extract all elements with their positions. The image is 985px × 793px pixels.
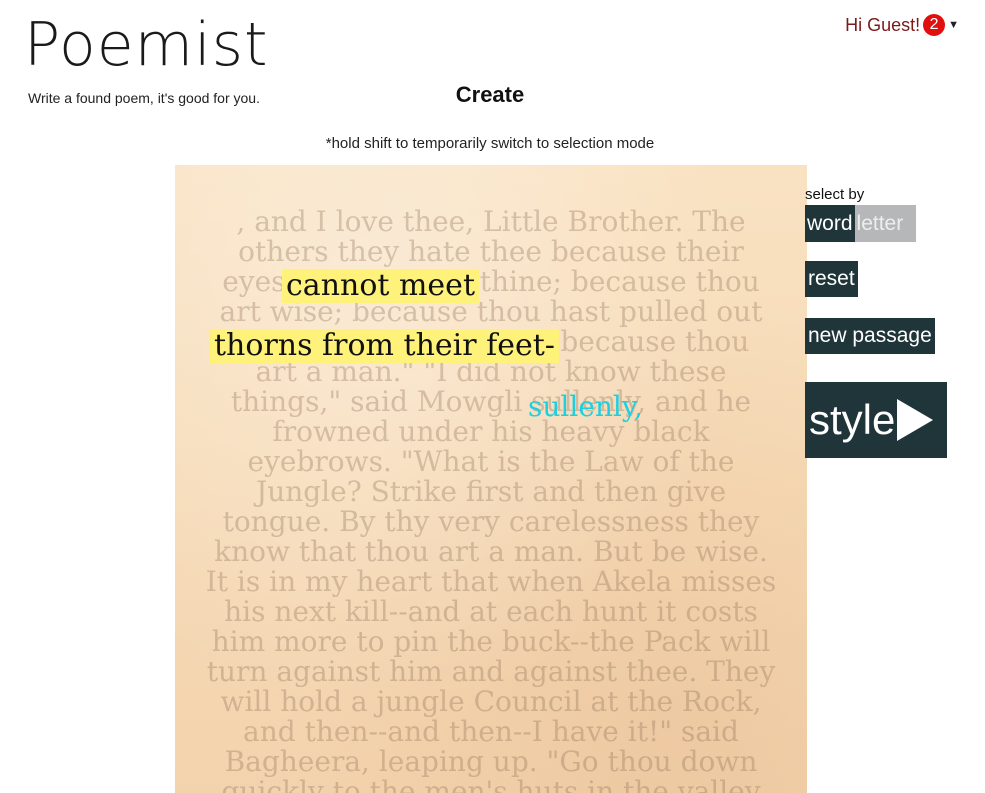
mode-word-button[interactable]: word <box>805 205 855 242</box>
passage-text: , and I love thee, Little Brother. The o… <box>175 207 807 793</box>
notification-badge: 2 <box>923 14 946 36</box>
poemist-logo[interactable]: Poemist <box>24 0 269 90</box>
selected-word-cannot-meet[interactable]: cannot meet <box>282 269 479 303</box>
chevron-down-icon: ▼ <box>948 19 959 31</box>
passage-line[interactable]: turn against him and against thee. They <box>175 657 807 687</box>
play-icon <box>897 399 934 441</box>
selection-mode-toggle[interactable]: word letter <box>805 205 916 242</box>
passage-line[interactable]: It is in my heart that when Akela misses <box>175 567 807 597</box>
passage-line[interactable]: Jungle? Strike first and then give <box>175 477 807 507</box>
passage-line[interactable]: will hold a jungle Council at the Rock, <box>175 687 807 717</box>
passage-line[interactable]: art wise; because thou hast pulled out <box>175 297 807 327</box>
greeting-text: Hi Guest! <box>845 14 921 35</box>
passage-line[interactable]: quickly to the men's huts in the valley <box>175 777 807 793</box>
passage-canvas[interactable]: , and I love thee, Little Brother. The o… <box>175 165 807 793</box>
passage-line[interactable]: things," said Mowgli sullenly, and he <box>175 387 807 417</box>
reset-button[interactable]: reset <box>805 261 858 297</box>
passage-line[interactable]: others they hate thee because their <box>175 237 807 267</box>
passage-line[interactable]: frowned under his heavy black <box>175 417 807 447</box>
style-label: style <box>809 396 896 443</box>
mode-letter-button[interactable]: letter <box>854 205 916 242</box>
select-by-label: select by <box>805 186 865 203</box>
user-menu[interactable]: Hi Guest! 2 ▼ <box>845 14 959 36</box>
passage-line[interactable]: , and I love thee, Little Brother. The <box>175 207 807 237</box>
passage-line[interactable]: and then--and then--I have it!" said <box>175 717 807 747</box>
new-passage-button[interactable]: new passage <box>805 318 935 354</box>
passage-line[interactable]: eyebrows. "What is the Law of the <box>175 447 807 477</box>
passage-line[interactable]: tongue. By thy very carelessness they <box>175 507 807 537</box>
selection-hint: *hold shift to temporarily switch to sel… <box>325 135 655 152</box>
passage-line[interactable]: eyes cannot meet thine; because thou <box>175 267 807 297</box>
passage-line[interactable]: his next kill--and at each hunt it costs <box>175 597 807 627</box>
passage-line[interactable]: know that thou art a man. But be wise. <box>175 537 807 567</box>
passage-line[interactable]: him more to pin the buck--the Pack will <box>175 627 807 657</box>
style-button[interactable]: style <box>805 382 947 458</box>
selected-word-sullenly[interactable]: sullenly, <box>528 390 643 424</box>
passage-line[interactable]: Bagheera, leaping up. "Go thou down <box>175 747 807 777</box>
page-title: Create <box>455 82 525 107</box>
selected-word-thorns[interactable]: thorns from their feet- <box>210 329 559 363</box>
